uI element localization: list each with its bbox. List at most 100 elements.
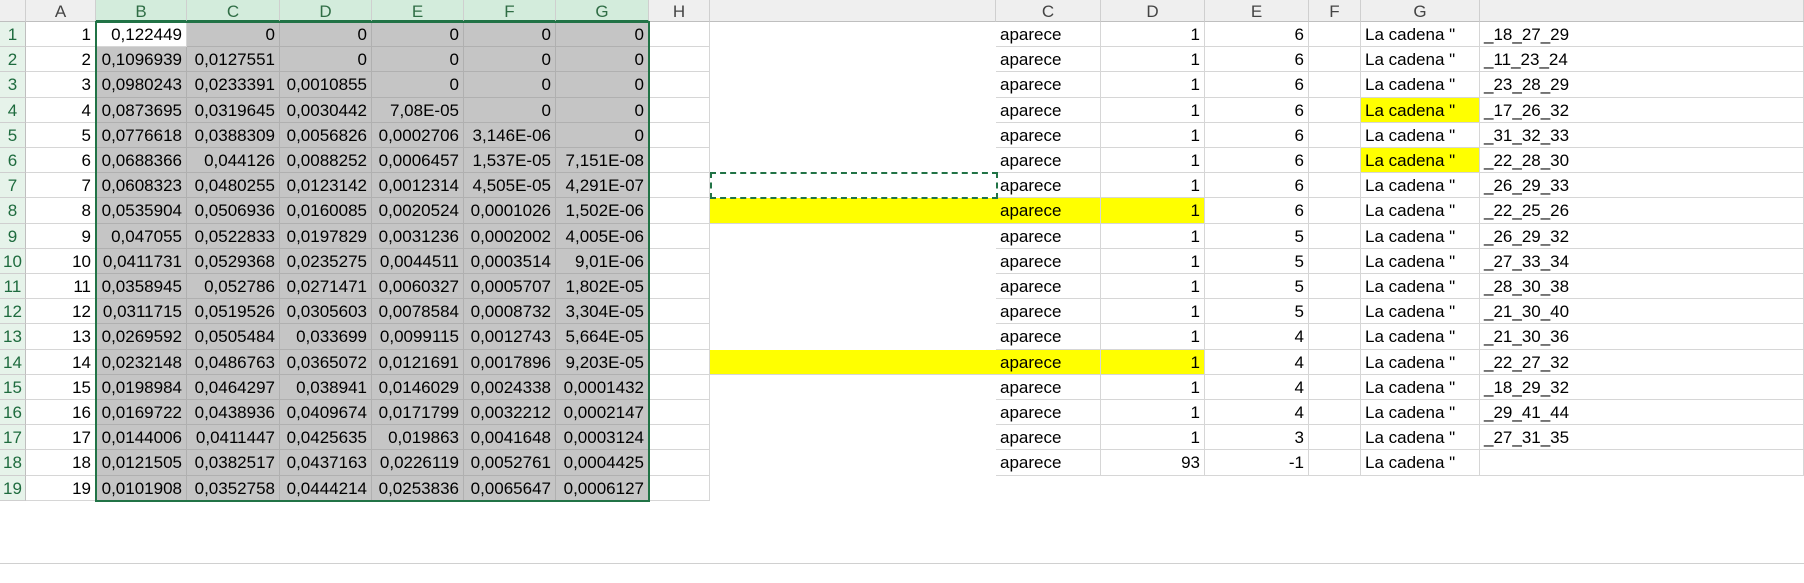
right-cell-f[interactable] (1309, 72, 1361, 98)
right-cell-g[interactable]: La cadena " (1361, 47, 1480, 73)
right-cell-g[interactable]: La cadena " (1361, 148, 1480, 174)
right-cell-d[interactable]: 93 (1101, 450, 1205, 476)
blank-cell[interactable] (710, 450, 996, 475)
right-cell-f[interactable] (1309, 425, 1361, 451)
right-cell-d[interactable]: 1 (1101, 274, 1205, 300)
right-cell-d[interactable]: 1 (1101, 324, 1205, 350)
right-cell-e[interactable]: 4 (1205, 324, 1309, 350)
right-cell-f[interactable] (1309, 299, 1361, 325)
right-cell-e[interactable]: 6 (1205, 148, 1309, 174)
right-column-header-e[interactable]: E (1205, 0, 1309, 22)
right-cell-g[interactable]: La cadena " (1361, 97, 1480, 123)
right-cell-g[interactable]: La cadena " (1361, 450, 1480, 476)
right-cell-h[interactable] (1480, 450, 1804, 476)
right-cell-f[interactable] (1309, 47, 1361, 73)
right-cell-g[interactable]: La cadena " (1361, 22, 1480, 48)
right-cell-g[interactable]: La cadena " (1361, 173, 1480, 199)
right-cell-c[interactable]: aparece (996, 299, 1101, 325)
right-cell-f[interactable] (1309, 248, 1361, 274)
right-cell-c[interactable]: aparece (996, 47, 1101, 73)
right-cell-h[interactable]: _17_26_32 (1480, 97, 1804, 123)
right-cell-c[interactable]: aparece (996, 148, 1101, 174)
right-cell-c[interactable]: aparece (996, 173, 1101, 199)
right-cell-c[interactable]: aparece (996, 374, 1101, 400)
right-cell-g[interactable]: La cadena " (1361, 299, 1480, 325)
right-cell-h[interactable]: _31_32_33 (1480, 122, 1804, 148)
right-cell-h[interactable]: _22_25_26 (1480, 198, 1804, 224)
blank-cell[interactable] (710, 224, 996, 249)
right-cell-e[interactable]: 5 (1205, 274, 1309, 300)
right-cell-e[interactable]: 6 (1205, 97, 1309, 123)
right-cell-d[interactable]: 1 (1101, 198, 1205, 224)
right-cell-c[interactable]: aparece (996, 97, 1101, 123)
right-cell-c[interactable]: aparece (996, 198, 1101, 224)
right-cell-c[interactable]: aparece (996, 324, 1101, 350)
right-cell-g[interactable]: La cadena " (1361, 72, 1480, 98)
blank-cell[interactable] (710, 173, 996, 198)
blank-cell[interactable] (710, 47, 996, 72)
right-cell-h[interactable]: _27_31_35 (1480, 425, 1804, 451)
blank-cell[interactable] (710, 22, 996, 47)
right-cell-e[interactable]: 4 (1205, 349, 1309, 375)
right-cell-c[interactable]: aparece (996, 122, 1101, 148)
right-cell-d[interactable]: 1 (1101, 248, 1205, 274)
right-cell-g[interactable]: La cadena " (1361, 274, 1480, 300)
right-cell-e[interactable]: 5 (1205, 223, 1309, 249)
right-column-header-g[interactable]: G (1361, 0, 1480, 22)
right-cell-h[interactable]: _21_30_36 (1480, 324, 1804, 350)
right-cell-d[interactable]: 1 (1101, 223, 1205, 249)
right-cell-c[interactable]: aparece (996, 248, 1101, 274)
right-column-header-f[interactable]: F (1309, 0, 1361, 22)
right-cell-h[interactable]: _23_28_29 (1480, 72, 1804, 98)
right-cell-c[interactable]: aparece (996, 450, 1101, 476)
right-cell-h[interactable]: _22_28_30 (1480, 148, 1804, 174)
right-cell-f[interactable] (1309, 324, 1361, 350)
right-cell-d[interactable]: 1 (1101, 122, 1205, 148)
right-cell-e[interactable]: 5 (1205, 248, 1309, 274)
right-cell-h[interactable]: _27_33_34 (1480, 248, 1804, 274)
right-cell-c[interactable]: aparece (996, 274, 1101, 300)
right-cell-e[interactable]: 6 (1205, 173, 1309, 199)
right-cell-h[interactable]: _18_27_29 (1480, 22, 1804, 48)
right-cell-e[interactable]: 4 (1205, 400, 1309, 426)
blank-cell[interactable] (710, 249, 996, 274)
right-cell-d[interactable]: 1 (1101, 173, 1205, 199)
right-column-header-h[interactable] (1480, 0, 1804, 22)
right-cell-d[interactable]: 1 (1101, 72, 1205, 98)
right-cell-d[interactable]: 1 (1101, 374, 1205, 400)
right-cell-f[interactable] (1309, 198, 1361, 224)
right-cell-h[interactable]: _22_27_32 (1480, 349, 1804, 375)
right-cell-c[interactable]: aparece (996, 223, 1101, 249)
right-cell-f[interactable] (1309, 22, 1361, 48)
blank-cell[interactable] (710, 148, 996, 173)
right-cell-g[interactable]: La cadena " (1361, 324, 1480, 350)
right-cell-e[interactable]: -1 (1205, 450, 1309, 476)
right-cell-f[interactable] (1309, 400, 1361, 426)
right-cell-g[interactable]: La cadena " (1361, 349, 1480, 375)
right-cell-c[interactable]: aparece (996, 22, 1101, 48)
right-cell-e[interactable]: 6 (1205, 47, 1309, 73)
blank-cell[interactable] (710, 72, 996, 97)
right-cell-f[interactable] (1309, 223, 1361, 249)
right-cell-g[interactable]: La cadena " (1361, 198, 1480, 224)
right-cell-f[interactable] (1309, 450, 1361, 476)
right-cell-d[interactable]: 1 (1101, 97, 1205, 123)
right-cell-h[interactable]: _26_29_33 (1480, 173, 1804, 199)
right-cell-f[interactable] (1309, 374, 1361, 400)
right-column-header-c[interactable]: C (996, 0, 1101, 22)
blank-cell[interactable] (710, 400, 996, 425)
right-cell-e[interactable]: 5 (1205, 299, 1309, 325)
right-cell-h[interactable]: _11_23_24 (1480, 47, 1804, 73)
right-cell-c[interactable]: aparece (996, 72, 1101, 98)
right-cell-h[interactable]: _26_29_32 (1480, 223, 1804, 249)
right-cell-d[interactable]: 1 (1101, 148, 1205, 174)
right-cell-e[interactable]: 6 (1205, 22, 1309, 48)
right-cell-h[interactable]: _28_30_38 (1480, 274, 1804, 300)
right-cell-d[interactable]: 1 (1101, 47, 1205, 73)
right-cell-g[interactable]: La cadena " (1361, 122, 1480, 148)
right-cell-f[interactable] (1309, 148, 1361, 174)
right-cell-h[interactable]: _18_29_32 (1480, 374, 1804, 400)
right-cell-g[interactable]: La cadena " (1361, 400, 1480, 426)
right-cell-f[interactable] (1309, 173, 1361, 199)
blank-cell[interactable] (710, 349, 996, 375)
